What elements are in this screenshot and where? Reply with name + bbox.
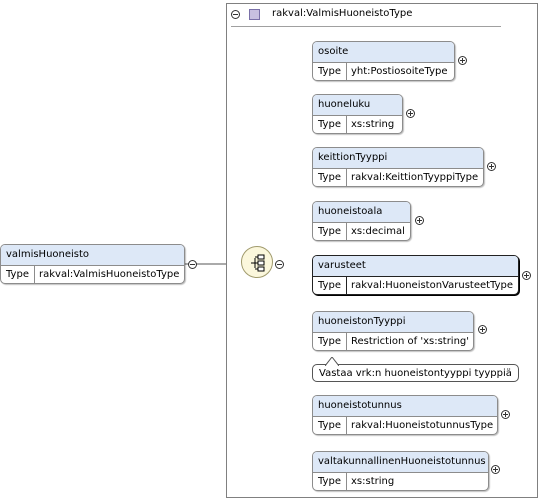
element-keittionTyyppi[interactable]: keittionTyyppi Type rakval:KeittionTyyppi… — [312, 147, 484, 187]
element-type-row: Type xs:string — [313, 116, 402, 133]
type-value: rakval:HuoneistonVarusteetType — [351, 280, 514, 291]
element-type-row: Type rakval:HuoneistonVarusteetType — [313, 277, 518, 294]
element-type-row: Type yht:PostiosoiteType — [313, 63, 454, 80]
expand-valtakunnallinenHuoneistotunnus-icon[interactable] — [491, 465, 500, 474]
expand-osoite-icon[interactable] — [458, 56, 467, 65]
type-key: Type — [313, 277, 347, 294]
type-key: Type — [313, 63, 347, 80]
complex-type-header: rakval:ValmisHuoneistoType — [227, 4, 537, 27]
complex-type-icon — [249, 9, 260, 20]
type-key: Type — [313, 473, 347, 490]
element-name: valtakunnallinenHuoneistotunnus — [313, 452, 488, 473]
element-type-row: Type Restriction of 'xs:string' — [313, 333, 473, 350]
collapse-root-icon[interactable] — [188, 260, 197, 269]
type-value: rakval:HuoneistotunnusType — [351, 420, 494, 431]
element-name: keittionTyyppi — [313, 148, 483, 169]
element-name: huoneistonTyyppi — [313, 312, 473, 333]
type-key: Type — [313, 116, 347, 133]
sequence-icon — [251, 254, 265, 272]
type-value: xs:string — [351, 119, 395, 130]
expand-huoneistoala-icon[interactable] — [415, 216, 424, 225]
type-value: Restriction of 'xs:string' — [351, 336, 470, 347]
element-osoite[interactable]: osoite Type yht:PostiosoiteType — [312, 41, 455, 81]
element-type-row: Type rakval:HuoneistotunnusType — [313, 417, 497, 434]
element-type-row: Type xs:string — [313, 473, 488, 490]
expand-huoneistotunnus-icon[interactable] — [501, 410, 510, 419]
element-varusteet[interactable]: varusteet Type rakval:HuoneistonVarusteet… — [312, 255, 519, 295]
type-key: Type — [313, 169, 347, 186]
element-type-row: Type rakval:ValmisHuoneistoType — [1, 266, 184, 283]
annotation-text: Vastaa vrk:n huoneistontyyppi tyyppiä — [319, 368, 512, 379]
complex-type-title: rakval:ValmisHuoneistoType — [272, 8, 413, 19]
collapse-icon[interactable] — [231, 10, 240, 19]
element-huoneistotunnus[interactable]: huoneistotunnus Type rakval:Huoneistotunn… — [312, 395, 498, 435]
type-value: xs:decimal — [351, 226, 405, 237]
element-name: huoneistoala — [313, 202, 410, 223]
collapse-sequence-icon[interactable] — [275, 260, 284, 269]
annotation-note: Vastaa vrk:n huoneistontyyppi tyyppiä — [312, 357, 519, 382]
element-valtakunnallinenHuoneistotunnus[interactable]: valtakunnallinenHuoneistotunnus Type xs:s… — [312, 451, 489, 491]
annotation-pointer — [325, 357, 339, 366]
root-element-valmisHuoneisto[interactable]: valmisHuoneisto Type rakval:ValmisHuonei… — [0, 244, 185, 284]
element-name: valmisHuoneisto — [1, 245, 184, 266]
element-type-row: Type xs:decimal — [313, 223, 410, 240]
sequence-compositor[interactable] — [241, 246, 273, 278]
element-name: osoite — [313, 42, 454, 63]
type-key: Type — [313, 223, 347, 240]
type-value: rakval:KeittionTyyppiType — [351, 172, 479, 183]
type-key: Type — [1, 266, 35, 283]
expand-varusteet-icon[interactable] — [522, 271, 531, 280]
element-name: huoneluku — [313, 95, 402, 116]
type-value: xs:string — [351, 476, 395, 487]
type-value: yht:PostiosoiteType — [351, 66, 448, 77]
type-key: Type — [313, 417, 347, 434]
element-type-row: Type rakval:KeittionTyyppiType — [313, 169, 483, 186]
element-name: huoneistotunnus — [313, 396, 497, 417]
type-value: rakval:ValmisHuoneistoType — [39, 269, 180, 280]
element-huoneistonTyyppi[interactable]: huoneistonTyyppi Type Restriction of 'xs:… — [312, 311, 474, 351]
header-divider — [231, 26, 501, 27]
element-huoneluku[interactable]: huoneluku Type xs:string — [312, 94, 403, 134]
expand-huoneluku-icon[interactable] — [406, 109, 415, 118]
element-huoneistoala[interactable]: huoneistoala Type xs:decimal — [312, 201, 411, 241]
element-name: varusteet — [313, 256, 518, 277]
expand-huoneistonTyyppi-icon[interactable] — [478, 325, 487, 334]
expand-keittionTyyppi-icon[interactable] — [487, 162, 496, 171]
type-key: Type — [313, 333, 347, 350]
